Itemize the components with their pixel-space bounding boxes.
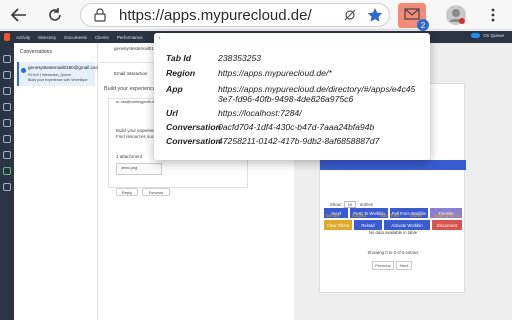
conversation-queue: 00:0x0 | Interaction_Queue (28, 73, 72, 77)
conversations-title: Conversations (20, 49, 52, 55)
popup-marker: ' (159, 36, 161, 45)
attachments-label: 1 attachment (116, 154, 143, 159)
rail-chat-icon[interactable] (3, 71, 11, 79)
rail-queue-icon[interactable] (3, 135, 11, 143)
col-start-time[interactable]: Start Time (380, 213, 400, 218)
rail-grid-icon[interactable] (3, 103, 11, 111)
status-text: On Queue (483, 33, 504, 38)
conversation-2-value: 47258211-0142-417b-9db2-8af6858887d7 (218, 136, 380, 146)
url-value: https://localhost:7284/ (218, 108, 302, 118)
entries-label: entries (360, 202, 373, 207)
reload-label: Reload (361, 222, 375, 228)
conversation-card[interactable]: genesystestemail0180@gmail.com 00:0x0 | … (17, 62, 99, 86)
attachment-name: demo.png (121, 166, 137, 170)
col-waiting-since[interactable]: Waiting Since (434, 213, 460, 218)
popup-row-conversation-2: Conversation 47258211-0142-417b-9db2-8af… (166, 136, 379, 146)
col-sender[interactable]: Sender (326, 213, 340, 218)
previous-label: Previous (375, 263, 391, 268)
popup-row-conversation-1: Conversation 0acfd704-1df4-430c-b47d-7aa… (166, 122, 374, 132)
activate-label: Activate Workbin (391, 222, 423, 228)
more-menu-icon[interactable] (482, 4, 504, 26)
empty-table-text: No data available in table (368, 230, 418, 235)
rail-apps-icon[interactable] (3, 167, 11, 175)
conversation-2-label: Conversation (166, 136, 221, 146)
popup-row-url: Url https://localhost:7284/ (166, 108, 302, 118)
show-label: Show (330, 202, 341, 207)
refresh-icon[interactable] (44, 4, 66, 26)
forward-button[interactable]: Forward (142, 188, 170, 196)
workbin-blue-bar (320, 160, 466, 170)
region-value: https://apps.mypurecloud.de/* (218, 68, 332, 78)
table-info-text: Showing 0 to 0 of 0 entries (367, 250, 419, 255)
favorite-star-icon[interactable] (367, 7, 383, 28)
attachment-chip[interactable]: demo.png (116, 163, 162, 175)
rail-list-icon[interactable] (3, 151, 11, 159)
app-label: App (166, 84, 183, 94)
address-bar[interactable]: https://apps.mypurecloud.de/ (80, 3, 390, 27)
url-text: https://apps.mypurecloud.de/ (119, 6, 312, 24)
rail-calendar-icon[interactable] (3, 87, 11, 95)
extension-mail-button[interactable]: 2 (398, 3, 429, 31)
disconnect-label: Disconnect (436, 222, 458, 228)
status-toggle[interactable] (471, 33, 481, 38)
tracking-off-icon[interactable] (343, 8, 357, 27)
reload-button[interactable]: Reload (354, 220, 382, 230)
profile-avatar[interactable] (444, 3, 468, 27)
nav-performance[interactable]: Performance (117, 35, 143, 40)
url-label: Url (166, 108, 178, 118)
tab-id-label: Tab Id (166, 53, 191, 63)
region-label: Region (166, 68, 196, 78)
next-label: Next (399, 263, 409, 268)
next-button[interactable]: Next (396, 261, 412, 270)
tab-id-value: 238353253 (218, 53, 262, 63)
reply-button[interactable]: Reply (116, 188, 138, 196)
email-body-text-2: Find resources such (116, 134, 157, 139)
nav-activity[interactable]: Activity (16, 35, 30, 40)
conversation-1-value: 0acfd704-1df4-430c-b47d-7aaa24bfa94b (218, 122, 375, 132)
app-value: https://apps.mypurecloud.de/directory/#/… (218, 84, 416, 104)
nav-directory[interactable]: Directory (38, 35, 56, 40)
popup-row-region: Region https://apps.mypurecloud.de/* (166, 68, 332, 78)
nav-documents[interactable]: Documents (64, 35, 87, 40)
forward-label: Forward (148, 189, 164, 195)
disconnect-button[interactable]: Disconnect (432, 220, 462, 230)
reply-label: Reply (121, 189, 133, 195)
email-interaction-tab[interactable]: Email Interaction (114, 71, 148, 76)
col-subject[interactable]: Subject (352, 213, 366, 218)
conversation-1-label: Conversation (166, 122, 221, 132)
nav-clients[interactable]: Clients (95, 35, 109, 40)
browser-toolbar: https://apps.mypurecloud.de/ 2 (0, 0, 512, 31)
email-body-text-1: Build your experience (116, 128, 160, 133)
app-logo (4, 33, 10, 41)
rail-settings-icon[interactable] (3, 183, 11, 191)
conversations-panel: Conversations genesystestemail0180@gmail… (14, 43, 99, 320)
rail-user-icon[interactable] (3, 119, 11, 127)
conversation-subject: Build your experience with Velvetique (28, 78, 88, 82)
back-arrow-icon[interactable] (8, 4, 30, 26)
envelope-icon (21, 68, 26, 73)
conversation-email: genesystestemail0180@gmail.com (28, 65, 100, 70)
left-rail (0, 43, 14, 320)
previous-button[interactable]: Previous (372, 261, 394, 270)
interaction-from: genesystestemail0180 (114, 46, 159, 51)
entries-select[interactable]: 10 (344, 201, 356, 208)
activate-workbin-button[interactable]: Activate Workbin (384, 220, 430, 230)
col-owner[interactable]: Owner (410, 213, 423, 218)
popup-row-tab-id: Tab Id 238353253 (166, 53, 261, 63)
extension-popup: ' Tab Id 238353253 Region https://apps.m… (154, 33, 430, 160)
extension-badge: 2 (417, 19, 429, 31)
clear-filters-label: Clear Filters (326, 222, 350, 228)
popup-row-app: App https://apps.mypurecloud.de/director… (166, 84, 418, 104)
lock-icon[interactable] (93, 8, 107, 27)
clear-filters-button[interactable]: Clear Filters (324, 220, 352, 230)
rail-phone-icon[interactable] (3, 55, 11, 63)
email-to-line: to: ssa@clothingprofit.de (116, 100, 156, 104)
